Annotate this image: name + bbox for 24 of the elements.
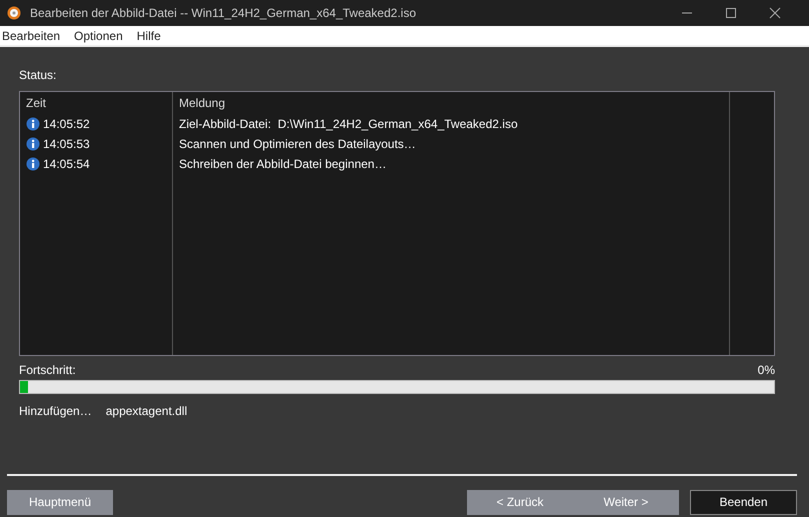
maximize-icon[interactable] xyxy=(725,7,737,19)
disc-icon xyxy=(7,6,21,20)
message-cell-text: Schreiben der Abbild-Datei beginnen… xyxy=(178,157,388,171)
time-cell: 14:05:52 xyxy=(43,117,90,131)
menu-item[interactable]: Hilfe xyxy=(136,28,161,42)
info-icon xyxy=(26,157,40,171)
close-icon[interactable] xyxy=(769,7,781,19)
message-cell-text: Scannen und Optimieren des Dateilayouts… xyxy=(178,137,417,151)
time-cell: 14:05:54 xyxy=(43,157,90,171)
status-label: Status: xyxy=(19,68,58,82)
progress-label: Fortschritt: xyxy=(19,363,76,377)
file-name: appextagent.dll xyxy=(106,404,188,418)
message-cell-text: Ziel-Abbild-Datei: D:\Win11_24H2_German_x64_Tweaked2.iso xyxy=(178,117,519,131)
progress-reading: 0% xyxy=(758,363,775,377)
finish-button[interactable]: Beenden xyxy=(690,490,797,514)
column-header[interactable]: Meldung xyxy=(172,96,736,110)
info-icon xyxy=(26,137,40,151)
info-icon xyxy=(26,117,40,131)
menu-item[interactable]: Optionen xyxy=(74,28,123,42)
menu-item[interactable]: Bearbeiten xyxy=(2,28,60,42)
action-label: Hinzufügen… xyxy=(19,404,92,418)
window-title: Bearbeiten der Abbild-Datei -- Win11_24H2_German_x64_Tweaked2.iso xyxy=(30,6,416,20)
time-cell: 14:05:53 xyxy=(43,137,90,151)
column-header[interactable]: Zeit xyxy=(20,96,172,110)
